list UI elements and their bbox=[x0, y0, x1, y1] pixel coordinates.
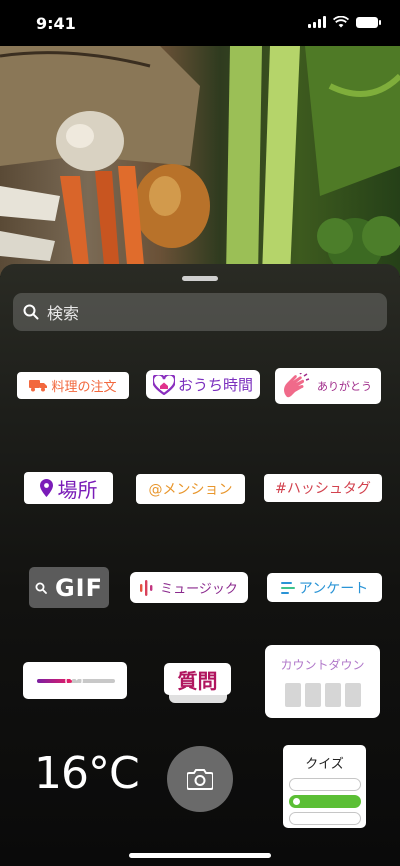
camera-icon bbox=[187, 769, 213, 790]
clapping-hands-icon bbox=[284, 373, 310, 398]
camera-sticker-button[interactable] bbox=[167, 746, 233, 812]
heart-eyes-emoji-icon: 😍 bbox=[63, 669, 85, 693]
stay-home-label: おうち時間 bbox=[177, 376, 253, 394]
location-pin-icon bbox=[39, 479, 53, 497]
poll-sticker[interactable]: アンケート bbox=[267, 573, 382, 602]
music-label: ミュージック bbox=[160, 582, 238, 597]
sticker-search-input[interactable]: 検索 bbox=[13, 293, 387, 331]
quiz-option bbox=[288, 812, 361, 825]
wifi-icon bbox=[333, 16, 349, 28]
quiz-option bbox=[288, 778, 361, 791]
status-bar: 9:41 bbox=[0, 0, 400, 46]
mention-label: @メンション bbox=[148, 482, 233, 498]
hashtag-sticker[interactable]: #ハッシュタグ bbox=[264, 474, 382, 502]
quiz-sticker[interactable]: クイズ bbox=[283, 745, 366, 828]
status-icons bbox=[308, 16, 381, 28]
stay-home-sticker[interactable]: おうち時間 bbox=[146, 370, 260, 399]
search-icon bbox=[35, 582, 47, 594]
thanks-sticker[interactable]: ありがとう bbox=[275, 368, 381, 404]
quiz-label: クイズ bbox=[305, 757, 344, 772]
battery-icon bbox=[356, 16, 381, 28]
home-indicator bbox=[129, 853, 271, 858]
background-photo bbox=[0, 46, 400, 276]
status-time: 9:41 bbox=[36, 14, 76, 33]
audio-wave-icon bbox=[140, 579, 153, 596]
poll-lines-icon bbox=[280, 581, 295, 594]
cellular-signal-icon bbox=[308, 16, 326, 28]
mention-sticker[interactable]: @メンション bbox=[136, 474, 245, 504]
delivery-truck-icon bbox=[29, 380, 48, 392]
emoji-slider-sticker[interactable]: 😍 bbox=[23, 662, 127, 699]
heart-house-icon bbox=[152, 374, 175, 395]
questions-label: 質問 bbox=[177, 668, 218, 693]
food-order-label: 料理の注文 bbox=[51, 380, 117, 395]
food-order-sticker[interactable]: 料理の注文 bbox=[17, 372, 129, 399]
countdown-digit-boxes bbox=[284, 683, 361, 707]
gif-label: GIF bbox=[54, 573, 104, 602]
location-label: 場所 bbox=[57, 477, 98, 502]
poll-label: アンケート bbox=[298, 580, 369, 597]
search-icon bbox=[23, 304, 39, 320]
questions-sticker[interactable]: 質問 bbox=[164, 663, 231, 695]
countdown-label: カウントダウン bbox=[280, 658, 365, 672]
location-sticker[interactable]: 場所 bbox=[24, 472, 113, 504]
sheet-drag-handle[interactable] bbox=[182, 276, 218, 281]
hashtag-label: #ハッシュタグ bbox=[275, 481, 371, 497]
thanks-label: ありがとう bbox=[317, 380, 372, 393]
search-placeholder: 検索 bbox=[47, 304, 80, 323]
music-sticker[interactable]: ミュージック bbox=[130, 572, 248, 603]
gif-sticker[interactable]: GIF bbox=[29, 567, 109, 608]
quiz-option-correct bbox=[288, 795, 361, 808]
temperature-sticker[interactable]: 16°C bbox=[34, 748, 140, 799]
countdown-sticker[interactable]: カウントダウン bbox=[265, 645, 380, 718]
